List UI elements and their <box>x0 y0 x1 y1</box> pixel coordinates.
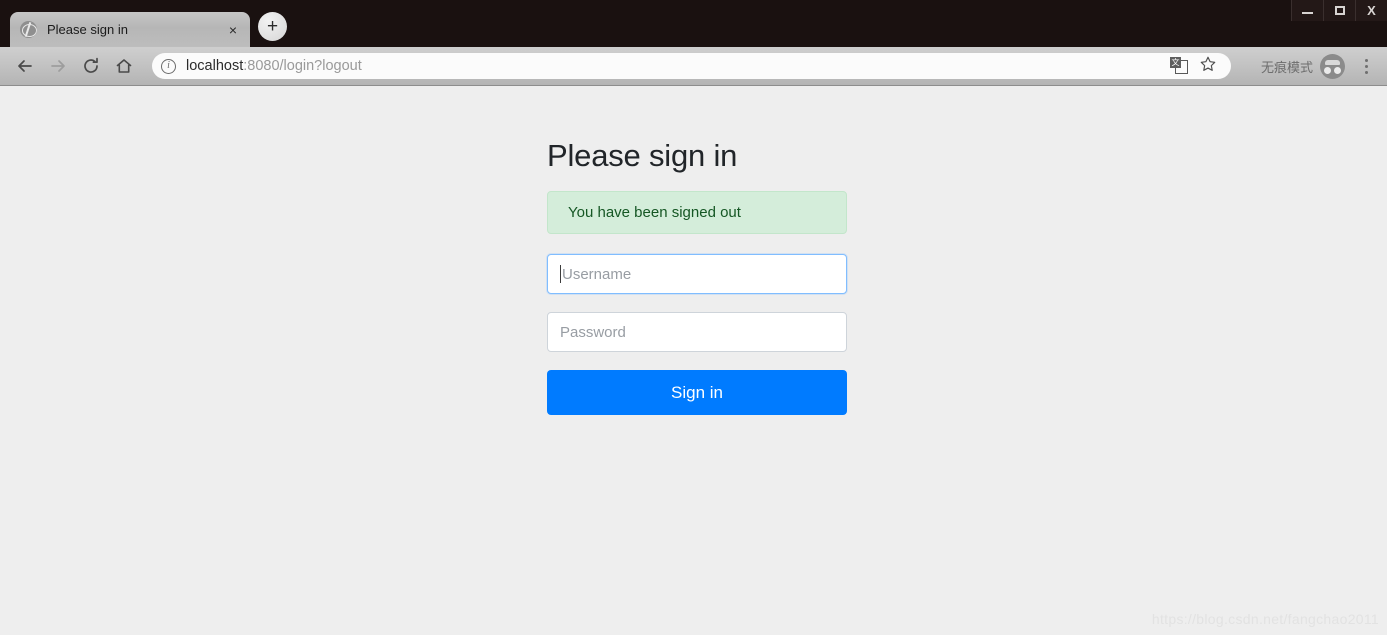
back-arrow-icon <box>17 60 32 72</box>
watermark: https://blog.csdn.net/fangchao2011 <box>1151 611 1379 627</box>
maximize-icon <box>1334 6 1345 15</box>
omnibox-actions: 文 <box>1169 55 1221 78</box>
close-tab-button[interactable]: × <box>224 21 242 39</box>
sign-in-button[interactable]: Sign in <box>547 370 847 416</box>
username-placeholder: Username <box>562 265 632 283</box>
username-input[interactable]: Username <box>547 254 847 295</box>
close-window-button[interactable]: X <box>1355 0 1387 21</box>
title-bar: X Please sign in × + <box>0 0 1387 47</box>
new-tab-button[interactable]: + <box>258 12 287 41</box>
tab-title: Please sign in <box>47 22 128 37</box>
browser-toolbar: i localhost:8080/login?logout 文 无痕模式 <box>0 47 1387 86</box>
text-caret <box>560 265 561 284</box>
forward-button[interactable] <box>41 50 74 83</box>
address-bar[interactable]: i localhost:8080/login?logout 文 <box>152 53 1231 79</box>
incognito-label: 无痕模式 <box>1260 59 1313 75</box>
bookmark-star-icon[interactable] <box>1199 55 1217 78</box>
url-text: localhost:8080/login?logout <box>186 58 362 74</box>
close-icon: X <box>1367 3 1376 18</box>
page-viewport: Please sign in You have been signed out … <box>0 86 1387 635</box>
forward-arrow-icon <box>50 60 65 72</box>
page-title: Please sign in <box>547 138 738 173</box>
window-controls: X <box>1291 0 1387 21</box>
three-dot-menu-icon[interactable] <box>1353 51 1379 81</box>
browser-window: X Please sign in × + i localhost:8080/lo… <box>0 0 1387 635</box>
translate-icon[interactable]: 文 <box>1169 57 1189 75</box>
url-path: :8080/login?logout <box>243 58 362 74</box>
signin-form: Please sign in You have been signed out … <box>547 137 847 416</box>
minimize-button[interactable] <box>1291 0 1323 21</box>
home-icon <box>116 59 131 73</box>
signed-out-alert: You have been signed out <box>547 191 847 235</box>
reload-button[interactable] <box>74 50 107 83</box>
globe-icon <box>20 21 37 38</box>
maximize-button[interactable] <box>1323 0 1355 21</box>
minimize-icon <box>1302 12 1313 14</box>
home-button[interactable] <box>107 50 140 83</box>
plus-icon: + <box>266 16 279 37</box>
reload-icon <box>83 57 98 73</box>
back-button[interactable] <box>8 50 41 83</box>
password-input[interactable]: Password <box>547 312 847 353</box>
info-circle-icon[interactable]: i <box>161 58 176 74</box>
password-placeholder: Password <box>560 323 626 341</box>
browser-tab[interactable]: Please sign in × <box>10 12 250 47</box>
url-host: localhost <box>186 58 244 74</box>
incognito-icon[interactable] <box>1320 53 1345 79</box>
